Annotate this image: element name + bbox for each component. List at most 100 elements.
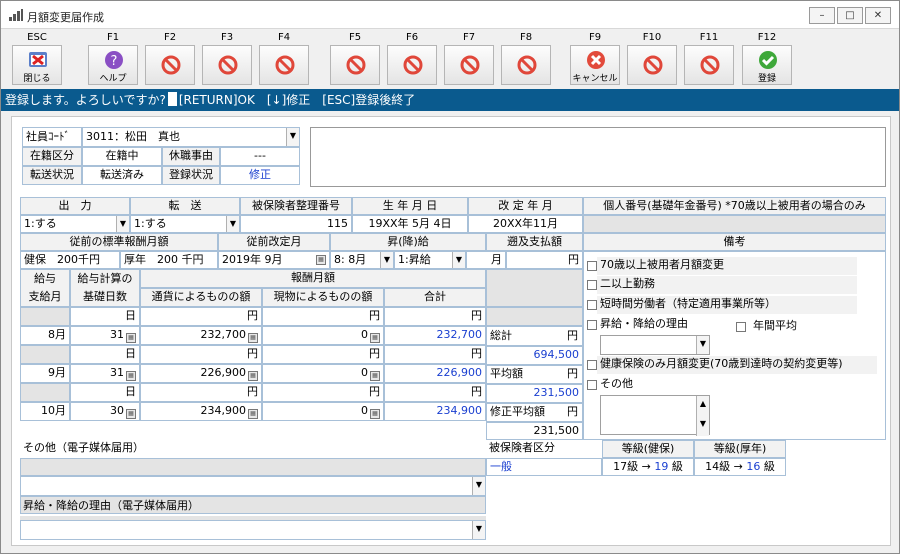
fkey-f9-button[interactable]: F9 キャンセル — [569, 31, 621, 87]
revision-month-header: 改 定 年 月 — [468, 197, 583, 215]
fkey-face[interactable]: 登録 — [742, 45, 792, 85]
fkey-f12-button[interactable]: F12 登録 — [741, 31, 793, 87]
calculator-icon[interactable]: ▦ — [126, 333, 136, 343]
prev-pension-cell[interactable]: 厚年 200 千円 — [120, 251, 218, 269]
raise-reason-select[interactable]: ▼ — [600, 335, 710, 355]
currency-amount-input[interactable]: 234,900 ▦ — [140, 402, 262, 421]
fkey-face[interactable]: ? ヘルプ — [88, 45, 138, 85]
fkey-face[interactable] — [444, 45, 494, 85]
retro-month-cell[interactable]: 月 — [466, 251, 506, 269]
currency-amount-input[interactable]: 226,900 ▦ — [140, 364, 262, 383]
fkey-face[interactable] — [684, 45, 734, 85]
mod-avg-value[interactable]: 231,500 — [486, 422, 583, 440]
cancel-icon — [586, 50, 606, 70]
yen-unit: 円 — [384, 345, 486, 364]
close-window-button[interactable]: ✕ — [865, 7, 891, 24]
in-kind-header: 現物によるものの額 — [262, 288, 384, 307]
chevron-down-icon[interactable]: ▼ — [696, 336, 709, 354]
prev-revision-date[interactable]: 2019年 9月 ▦ — [218, 251, 330, 269]
calculator-icon[interactable]: ▦ — [248, 409, 258, 419]
fkey-esc-button[interactable]: ESC 閉じる — [11, 31, 63, 87]
other-media-select[interactable]: ▼ — [20, 476, 486, 496]
fkey-f2-button[interactable]: F2 — [144, 31, 196, 87]
fkey-f11-button[interactable]: F11 — [683, 31, 735, 87]
raise-reason-media-select[interactable]: ▼ — [20, 520, 486, 540]
employee-select[interactable]: 3011：松田 真也 ▼ — [82, 127, 300, 147]
calculator-icon[interactable]: ▦ — [370, 371, 380, 381]
fkey-f3-button[interactable]: F3 — [201, 31, 253, 87]
fkey-face[interactable] — [330, 45, 380, 85]
base-days-input[interactable]: 31 ▦ — [70, 364, 140, 383]
base-days-input[interactable]: 30 ▦ — [70, 402, 140, 421]
annual-average-checkbox[interactable] — [736, 322, 746, 332]
chevron-down-icon[interactable]: ▼ — [380, 252, 393, 268]
raise-type-select[interactable]: 1:昇給 ▼ — [394, 251, 466, 269]
birthdate-value[interactable]: 19XX年 5月 4日 — [352, 215, 468, 233]
chevron-down-icon[interactable]: ▼ — [226, 216, 239, 232]
output-select[interactable]: 1:する ▼ — [20, 215, 130, 233]
fkey-f4-button[interactable]: F4 — [258, 31, 310, 87]
calculator-icon[interactable]: ▦ — [248, 371, 258, 381]
transfer-status-label: 転送状況 — [22, 166, 82, 185]
fkey-f1-button[interactable]: F1? ヘルプ — [87, 31, 139, 87]
health-grade-value: 17級 → 19 級 — [602, 458, 694, 476]
fkey-face[interactable] — [145, 45, 195, 85]
fkey-f8-button[interactable]: F8 — [500, 31, 552, 87]
chevron-down-icon[interactable]: ▼ — [286, 128, 299, 146]
in-kind-amount-input[interactable]: 0 ▦ — [262, 364, 384, 383]
fkey-f5-button[interactable]: F5 — [329, 31, 381, 87]
chevron-up-icon[interactable]: ▲ — [696, 396, 709, 416]
fkey-face[interactable] — [387, 45, 437, 85]
minimize-button[interactable]: – — [809, 7, 835, 24]
base-days-value: 31 — [110, 328, 124, 341]
in-kind-amount-input[interactable]: 0 ▦ — [262, 326, 384, 345]
fkey-face[interactable]: 閉じる — [12, 45, 62, 85]
notes-area[interactable] — [310, 127, 886, 187]
prev-health-cell[interactable]: 健保 200千円 — [20, 251, 120, 269]
fkey-f6-button[interactable]: F6 — [386, 31, 438, 87]
other-media-blank — [20, 458, 486, 476]
remark-checkbox[interactable] — [587, 280, 597, 290]
fkey-f10-button[interactable]: F10 — [626, 31, 678, 87]
remark-checkbox[interactable] — [587, 300, 597, 310]
currency-amount-input[interactable]: 232,700 ▦ — [140, 326, 262, 345]
fkey-face[interactable] — [627, 45, 677, 85]
transfer-select[interactable]: 1:する ▼ — [130, 215, 240, 233]
fkey-f7-button[interactable]: F7 — [443, 31, 495, 87]
other-remarks-select[interactable]: ▲ ▼ — [600, 395, 710, 436]
remark-checkbox[interactable] — [587, 261, 597, 271]
remark-label: 昇給・降給の理由 — [600, 317, 688, 330]
revision-month-value[interactable]: 20XX年11月 — [468, 215, 583, 233]
chevron-down-icon[interactable]: ▼ — [472, 521, 485, 539]
calculator-icon[interactable]: ▦ — [126, 409, 136, 419]
chevron-down-icon[interactable]: ▼ — [472, 477, 485, 495]
yen-unit: 円 — [262, 307, 384, 326]
retro-yen-cell[interactable]: 円 — [506, 251, 583, 269]
remark-checkbox[interactable] — [587, 320, 597, 330]
remark-checkbox[interactable] — [587, 360, 597, 370]
in-kind-amount-input[interactable]: 0 ▦ — [262, 402, 384, 421]
app-icon — [9, 9, 23, 21]
fkey-face[interactable]: キャンセル — [570, 45, 620, 85]
chevron-down-icon[interactable]: ▼ — [452, 252, 465, 268]
calendar-icon[interactable]: ▦ — [316, 255, 326, 265]
remark-checkbox[interactable] — [587, 380, 597, 390]
chevron-down-icon[interactable]: ▼ — [116, 216, 129, 232]
remarks-header: 備考 — [583, 233, 886, 251]
calculator-icon[interactable]: ▦ — [248, 333, 258, 343]
maximize-button[interactable]: □ — [837, 7, 863, 24]
insured-number-value[interactable]: 115 — [240, 215, 352, 233]
calculator-icon[interactable]: ▦ — [370, 409, 380, 419]
base-days-input[interactable]: 31 ▦ — [70, 326, 140, 345]
transfer-header: 転 送 — [130, 197, 240, 215]
raise-month-select[interactable]: 8: 8月 ▼ — [330, 251, 394, 269]
fkey-face[interactable] — [202, 45, 252, 85]
calculator-icon[interactable]: ▦ — [370, 333, 380, 343]
fkey-label: F4 — [277, 32, 291, 43]
pension-grade-value: 14級 → 16 級 — [694, 458, 786, 476]
chevron-down-icon[interactable]: ▼ — [696, 416, 709, 436]
calculator-icon[interactable]: ▦ — [126, 371, 136, 381]
fkey-face[interactable] — [501, 45, 551, 85]
pension-label: 厚年 — [124, 253, 146, 266]
fkey-face[interactable] — [259, 45, 309, 85]
